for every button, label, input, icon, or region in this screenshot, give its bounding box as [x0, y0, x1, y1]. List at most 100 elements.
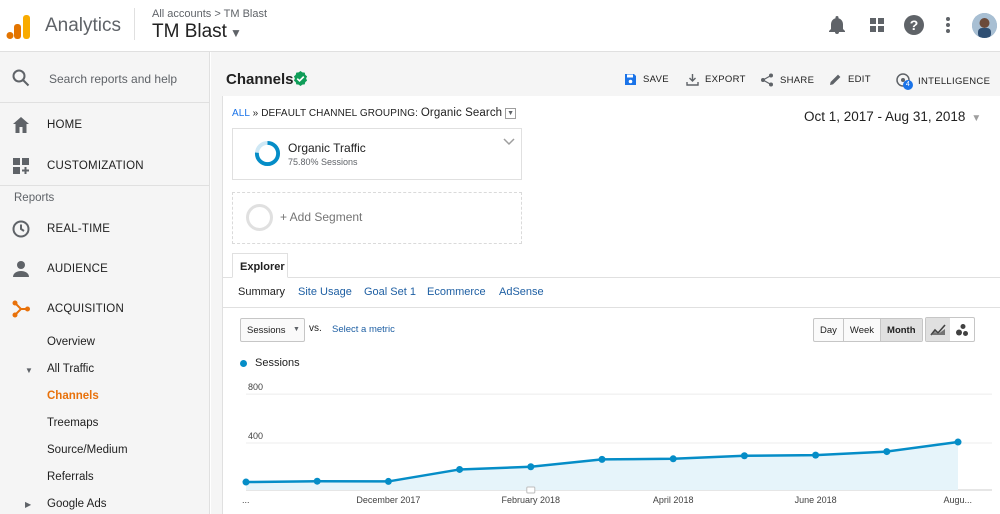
x-tick-label: April 2018: [653, 495, 694, 505]
sidebar-item-label: ACQUISITION: [47, 303, 124, 315]
date-range-text: Oct 1, 2017 - Aug 31, 2018: [804, 109, 966, 124]
add-segment-label: + Add Segment: [280, 210, 363, 224]
save-button[interactable]: SAVE: [624, 73, 669, 86]
export-icon: [686, 74, 699, 86]
vs-label: vs.: [309, 323, 322, 334]
expand-triangle-icon[interactable]: ▼: [25, 366, 33, 375]
clock-icon: [12, 220, 30, 238]
data-point: [384, 477, 392, 485]
sidebar-item-label: REAL-TIME: [47, 223, 111, 235]
motion-chart-button[interactable]: [950, 318, 974, 341]
subtab-ecommerce[interactable]: Ecommerce: [427, 286, 486, 298]
annotation-marker: [526, 486, 536, 494]
search-icon: [12, 69, 30, 87]
sidebar-item-audience[interactable]: AUDIENCE: [0, 249, 209, 289]
data-point: [527, 463, 535, 471]
home-icon: [13, 117, 29, 133]
series-area: [246, 442, 958, 490]
sidebar-item-source-medium[interactable]: Source/Medium: [47, 444, 128, 456]
tab-explorer[interactable]: Explorer: [232, 253, 288, 278]
sessions-chart: 800 400... December 2017 February 2018 April…: [242, 382, 992, 505]
page-title: Channels: [226, 71, 294, 88]
x-tick-label: ...: [242, 495, 250, 505]
y-tick-label: 800: [248, 382, 263, 392]
sidebar-item-all-traffic[interactable]: All Traffic: [47, 363, 94, 375]
avatar[interactable]: [972, 13, 997, 38]
breadcrumb: ALL » DEFAULT CHANNEL GROUPING: Organic …: [232, 107, 517, 119]
subtab-summary[interactable]: Summary: [238, 286, 285, 298]
breadcrumb-all-link[interactable]: ALL: [232, 108, 250, 119]
x-tick-label: Augu...: [943, 495, 972, 505]
chart-legend: Sessions: [240, 357, 300, 369]
data-point: [456, 465, 464, 473]
person-icon: [13, 261, 29, 277]
grouping-value: Organic Search: [420, 107, 503, 119]
intelligence-button[interactable]: 4 INTELLIGENCE: [896, 73, 991, 90]
edit-label: EDIT: [848, 74, 871, 85]
period-month-button[interactable]: Month: [881, 319, 922, 341]
caret-down-icon: ▼: [229, 26, 242, 40]
export-button[interactable]: EXPORT: [686, 73, 746, 86]
subtab-adsense[interactable]: AdSense: [499, 286, 544, 298]
app-name: Analytics: [45, 15, 122, 36]
analytics-logo-icon[interactable]: [6, 14, 32, 40]
x-tick-label: February 2018: [502, 495, 561, 505]
account-name: TM Blast: [152, 21, 227, 42]
segment-card[interactable]: Organic Traffic 75.80% Sessions: [232, 128, 522, 180]
account-breadcrumb[interactable]: All accounts > TM Blast: [152, 8, 267, 20]
edit-pencil-icon: [830, 74, 841, 85]
sidebar-item-label: AUDIENCE: [47, 263, 109, 275]
grouping-label: DEFAULT CHANNEL GROUPING:: [261, 108, 418, 119]
intelligence-icon: 4: [896, 73, 913, 90]
period-day-button[interactable]: Day: [814, 319, 844, 341]
sidebar-item-customization[interactable]: CUSTOMIZATION: [0, 146, 209, 186]
select-metric-link[interactable]: Select a metric: [332, 324, 395, 335]
apps-grid-icon[interactable]: [866, 14, 888, 36]
line-chart-button[interactable]: [926, 318, 950, 341]
date-range-picker[interactable]: Oct 1, 2017 - Aug 31, 2018 ▼: [804, 109, 981, 124]
sidebar-item-referrals[interactable]: Referrals: [47, 471, 94, 483]
share-button[interactable]: SHARE: [760, 73, 814, 87]
help-icon[interactable]: ?: [903, 14, 925, 36]
more-vert-icon[interactable]: [937, 14, 959, 36]
add-segment-card[interactable]: + Add Segment: [232, 192, 522, 244]
save-label: SAVE: [643, 74, 669, 85]
data-point: [313, 477, 321, 485]
verified-check-icon: [293, 71, 308, 86]
subtab-goal-set-1[interactable]: Goal Set 1: [364, 286, 416, 298]
subtab-site-usage[interactable]: Site Usage: [298, 286, 352, 298]
period-week-button[interactable]: Week: [844, 319, 882, 341]
x-tick-label: June 2018: [795, 495, 837, 505]
data-point: [242, 478, 250, 486]
sidebar-item-home[interactable]: HOME: [0, 105, 209, 145]
segment-detail: 75.80% Sessions: [288, 157, 358, 167]
sidebar-item-realtime[interactable]: REAL-TIME: [0, 209, 209, 249]
export-label: EXPORT: [705, 74, 746, 85]
edit-button[interactable]: EDIT: [829, 73, 871, 86]
sidebar-item-channels[interactable]: Channels: [47, 390, 99, 402]
sidebar-item-treemaps[interactable]: Treemaps: [47, 417, 98, 429]
metric-select[interactable]: Sessions ▼: [240, 318, 305, 342]
sidebar-item-overview[interactable]: Overview: [47, 336, 95, 348]
legend-label: Sessions: [255, 357, 300, 369]
chart-type-toggle: [925, 317, 975, 342]
data-point: [598, 455, 606, 463]
search-reports[interactable]: Search reports and help: [0, 52, 209, 103]
collapse-triangle-icon[interactable]: ▶: [25, 500, 31, 509]
sidebar: Search reports and help HOME CUSTOMIZATI…: [0, 52, 210, 514]
dropdown-arrow-icon[interactable]: ▼: [505, 107, 517, 119]
bell-icon[interactable]: [826, 14, 848, 36]
sidebar-item-google-ads[interactable]: Google Ads: [47, 498, 106, 510]
data-point: [740, 452, 748, 460]
legend-dot: [240, 359, 247, 367]
sidebar-item-label: HOME: [47, 119, 83, 131]
account-selector[interactable]: TM Blast ▼: [152, 21, 242, 43]
chevron-down-icon[interactable]: [503, 138, 515, 146]
segment-donut-icon: [254, 140, 281, 167]
subtab-divider: [222, 307, 1000, 308]
data-point: [883, 448, 891, 456]
sidebar-item-acquisition[interactable]: ACQUISITION: [0, 289, 209, 329]
data-point: [954, 438, 962, 446]
intelligence-label: INTELLIGENCE: [918, 75, 991, 87]
empty-segment-ring-icon: [246, 204, 273, 231]
